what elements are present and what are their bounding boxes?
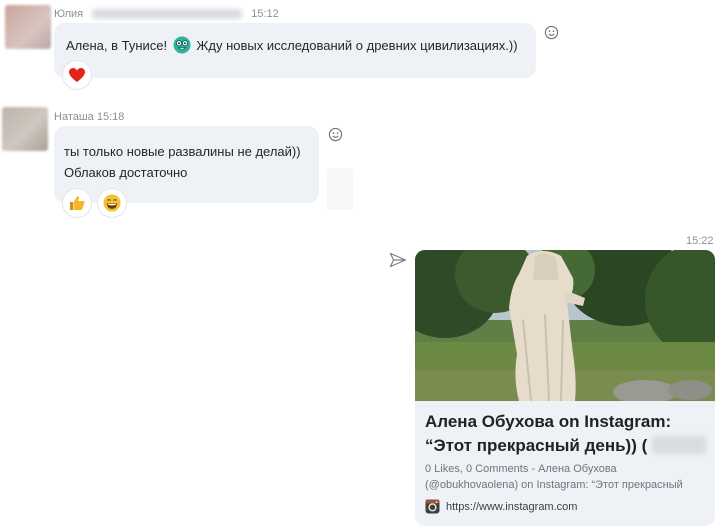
heart-icon — [69, 68, 85, 82]
message-time: 15:22 — [686, 235, 714, 247]
reaction-heart[interactable] — [63, 61, 91, 89]
link-url[interactable]: https://www.instagram.com — [446, 501, 577, 513]
link-preview-source[interactable]: https://www.instagram.com — [425, 499, 705, 514]
redacted-name — [92, 9, 243, 20]
avatar[interactable] — [2, 107, 48, 151]
description-line: (@obukhovaolena) on Instagram: “Этот пре… — [425, 479, 683, 491]
message-text-part: Жду новых исследований о древних цивилиз… — [196, 38, 518, 53]
link-title-line: “Этот прекрасный день)) ( — [425, 436, 648, 455]
message-line: ты только новые развалины не делай)) — [64, 144, 301, 159]
message-text-part: Алена, в Тунисе! — [66, 38, 168, 53]
sender-name: Юлия — [54, 8, 84, 20]
message-bubble[interactable]: Алена, в Тунисе! Жду новых исследований … — [54, 23, 536, 78]
message-line: Облаков достаточно — [64, 165, 188, 180]
add-reaction-icon[interactable] — [544, 25, 559, 45]
link-preview-image[interactable] — [415, 250, 715, 401]
laughing-face-icon — [103, 194, 121, 212]
link-preview-description: 0 Likes, 0 Comments - Алена Обухова (@ob… — [425, 461, 705, 493]
avatar[interactable] — [5, 5, 51, 49]
reaction-laughing[interactable] — [98, 189, 126, 217]
redacted-text — [651, 436, 706, 454]
faint-shadow — [327, 168, 353, 210]
add-reaction-icon[interactable] — [328, 127, 343, 147]
sender-name: Наташа — [54, 111, 94, 123]
message-time: 15:18 — [96, 111, 125, 123]
message-header: Наташа 15:18 — [54, 111, 124, 123]
link-preview-card[interactable]: Алена Обухова on Instagram: “Этот прекра… — [415, 250, 715, 526]
description-line: 0 Likes, 0 Comments - Алена Обухова — [425, 463, 617, 475]
thumbs-up-icon — [70, 196, 85, 210]
message-time: 15:12 — [251, 8, 279, 20]
nerd-face-emoji — [173, 36, 191, 57]
instagram-icon — [425, 499, 440, 514]
message-header: Юлия 15:12 — [54, 8, 279, 20]
link-title-line: Алена Обухова on Instagram: — [425, 412, 672, 431]
message-bubble[interactable]: ты только новые развалины не делай)) Обл… — [54, 126, 319, 203]
sent-status-icon — [389, 252, 407, 273]
reaction-thumbs-up[interactable] — [63, 189, 91, 217]
link-preview-title[interactable]: Алена Обухова on Instagram: “Этот прекра… — [425, 410, 706, 458]
